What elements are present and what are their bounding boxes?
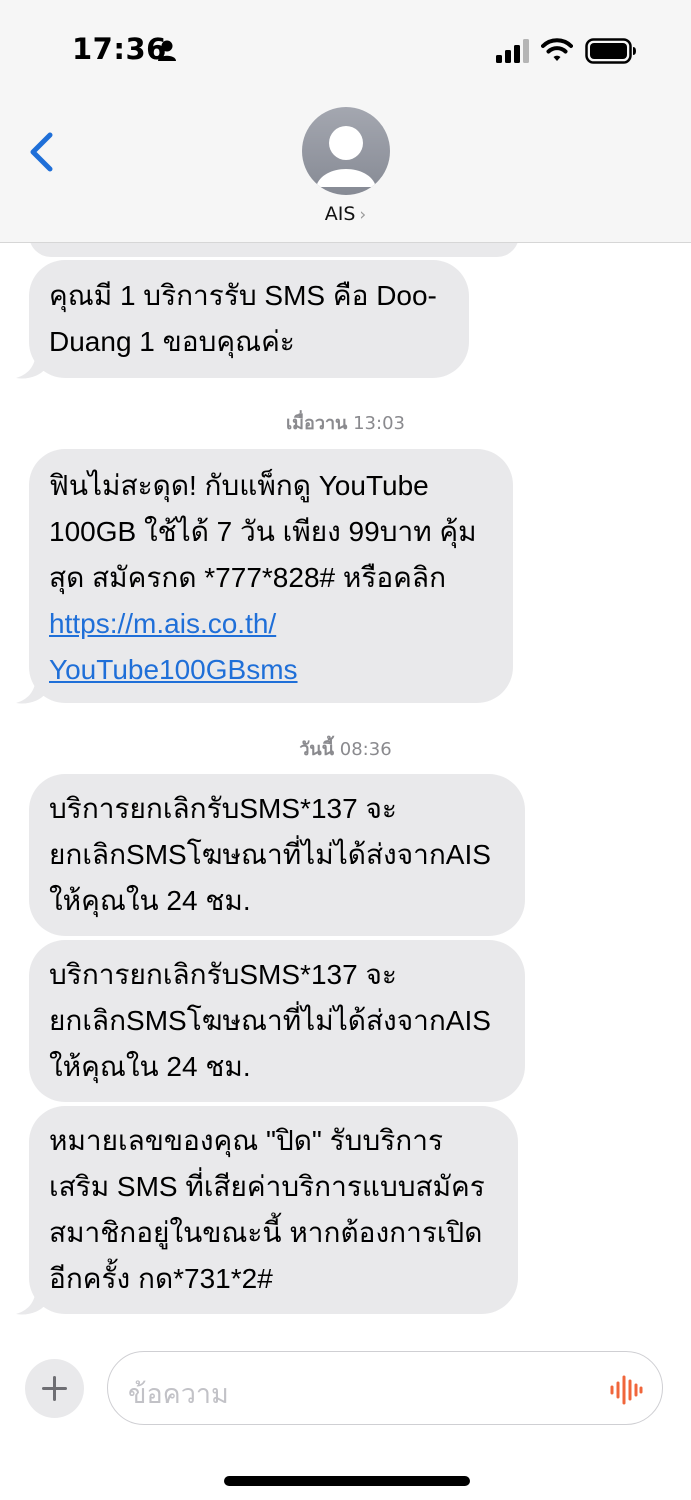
message-link[interactable]: https://m.ais.co.th/	[49, 601, 493, 647]
message-line: บริการยกเลิกรับSMS*137 จะ	[49, 959, 397, 990]
message-input[interactable]: ข้อความ	[107, 1351, 663, 1425]
message-line: ยกเลิกSMSโฆษณาที่ไม่ได้ส่งจากAIS	[49, 839, 491, 870]
signal-icon	[496, 39, 529, 63]
chevron-left-icon[interactable]	[24, 130, 60, 174]
message-bubble-partial	[29, 243, 519, 257]
battery-icon	[585, 38, 636, 64]
bubble-tail	[16, 350, 46, 379]
timestamp: เมื่อวาน 13:03	[286, 413, 405, 434]
message-bubble[interactable]: หมายเลขของคุณ "ปิด" รับบริการ เสริม SMS …	[16, 1106, 518, 1315]
contact-avatar-icon[interactable]	[302, 107, 390, 195]
message-line: คุณมี 1 บริการรับ SMS คือ Doo-	[49, 280, 437, 311]
message-line: สมาชิกอยู่ในขณะนี้ หากต้องการเปิด	[49, 1217, 483, 1248]
person-icon	[158, 40, 176, 61]
voice-waveform-icon[interactable]	[608, 1374, 644, 1406]
message-bubble[interactable]: คุณมี 1 บริการรับ SMS คือ Doo- Duang 1 ข…	[16, 260, 469, 379]
message-line: อีกครั้ง กด*731*2#	[49, 1263, 273, 1294]
message-bubble[interactable]: ฟินไม่สะดุด! กับแพ็กดู YouTube 100GB ใช้…	[16, 449, 513, 704]
status-time: 17:36	[72, 32, 167, 66]
message-line: 100GB ใช้ได้ 7 วัน เพียง 99บาท คุ้ม	[49, 516, 477, 547]
message-line: ยกเลิกSMSโฆษณาที่ไม่ได้ส่งจากAIS	[49, 1005, 491, 1036]
message-line: บริการยกเลิกรับSMS*137 จะ	[49, 793, 397, 824]
conversation-header: AIS ›	[0, 100, 691, 243]
message-link[interactable]: YouTube100GBsms	[49, 647, 493, 693]
contact-name-button[interactable]: AIS ›	[0, 203, 691, 225]
plus-icon[interactable]	[25, 1359, 84, 1418]
message-list: คุณมี 1 บริการรับ SMS คือ Doo- Duang 1 ข…	[0, 243, 691, 1343]
message-bubble[interactable]: บริการยกเลิกรับSMS*137 จะ ยกเลิกSMSโฆษณา…	[29, 940, 525, 1102]
message-line: ให้คุณใน 24 ชม.	[49, 885, 251, 916]
wifi-icon	[541, 38, 573, 61]
message-line: หมายเลขของคุณ "ปิด" รับบริการ	[49, 1125, 443, 1156]
message-line: เสริม SMS ที่เสียค่าบริการแบบสมัคร	[49, 1171, 485, 1202]
message-line: Duang 1 ขอบคุณค่ะ	[49, 326, 295, 357]
message-bubble[interactable]: บริการยกเลิกรับSMS*137 จะ ยกเลิกSMSโฆษณา…	[29, 774, 525, 936]
message-line: ฟินไม่สะดุด! กับแพ็กดู YouTube	[49, 470, 429, 501]
bubble-tail	[16, 1286, 46, 1315]
bubble-tail	[16, 675, 46, 704]
timestamp: วันนี้ 08:36	[299, 739, 392, 760]
message-line: ให้คุณใน 24 ชม.	[49, 1051, 251, 1082]
status-bar: 17:36	[0, 0, 691, 100]
message-line: สุด สมัครกด *777*828# หรือคลิก	[49, 562, 447, 593]
message-input-placeholder: ข้อความ	[128, 1379, 229, 1410]
home-indicator	[224, 1476, 470, 1486]
chevron-right-icon: ›	[359, 205, 367, 225]
contact-name: AIS	[324, 203, 356, 225]
